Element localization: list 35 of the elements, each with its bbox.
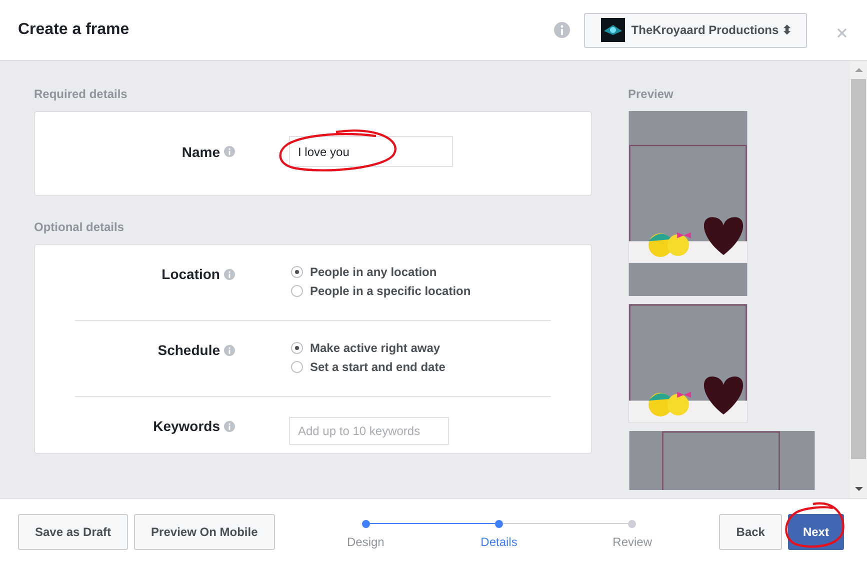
info-icon[interactable] <box>554 22 570 38</box>
name-input-field[interactable]: I love you <box>289 136 453 167</box>
info-icon[interactable] <box>224 344 235 356</box>
field-label: Schedule <box>158 342 220 358</box>
info-icon[interactable] <box>224 146 235 157</box>
page-logo-icon <box>601 18 626 42</box>
footer-button[interactable]: Save as Draft <box>18 514 128 550</box>
info-icon[interactable] <box>224 420 235 432</box>
page-selector[interactable]: TheKroyaard Productions ⬍ <box>584 12 807 48</box>
scroll-down-icon[interactable] <box>854 486 862 492</box>
radio-button[interactable] <box>291 285 303 297</box>
radio-button[interactable] <box>291 361 303 373</box>
section-heading: Optional details <box>34 220 126 234</box>
close-icon[interactable] <box>837 28 847 38</box>
scrollbar-thumb[interactable] <box>851 79 866 459</box>
step-label[interactable]: Details <box>480 534 518 548</box>
radio-button[interactable] <box>291 266 303 278</box>
radio-button[interactable] <box>291 342 303 354</box>
keywords-input-field[interactable]: Add up to 10 keywords <box>289 417 449 445</box>
preview-heading: Preview <box>628 87 674 101</box>
dialog-title: Create a frame <box>18 21 130 39</box>
section-heading: Required details <box>34 87 128 101</box>
field-label: Keywords <box>153 418 220 434</box>
scroll-up-icon[interactable] <box>854 67 862 73</box>
radio-option[interactable]: People in any location <box>291 265 471 279</box>
field-label: Name <box>182 144 220 160</box>
radio-option[interactable]: People in a specific location <box>291 284 471 298</box>
back-button[interactable]: Back <box>719 514 782 550</box>
radio-option[interactable]: Make active right away <box>291 341 446 355</box>
field-label: Location <box>162 266 220 282</box>
info-icon[interactable] <box>224 268 235 280</box>
footer-button[interactable]: Preview On Mobile <box>134 514 275 550</box>
scrollbar[interactable] <box>850 61 867 498</box>
next-button[interactable]: Next <box>788 514 844 550</box>
radio-option[interactable]: Set a start and end date <box>291 360 446 374</box>
